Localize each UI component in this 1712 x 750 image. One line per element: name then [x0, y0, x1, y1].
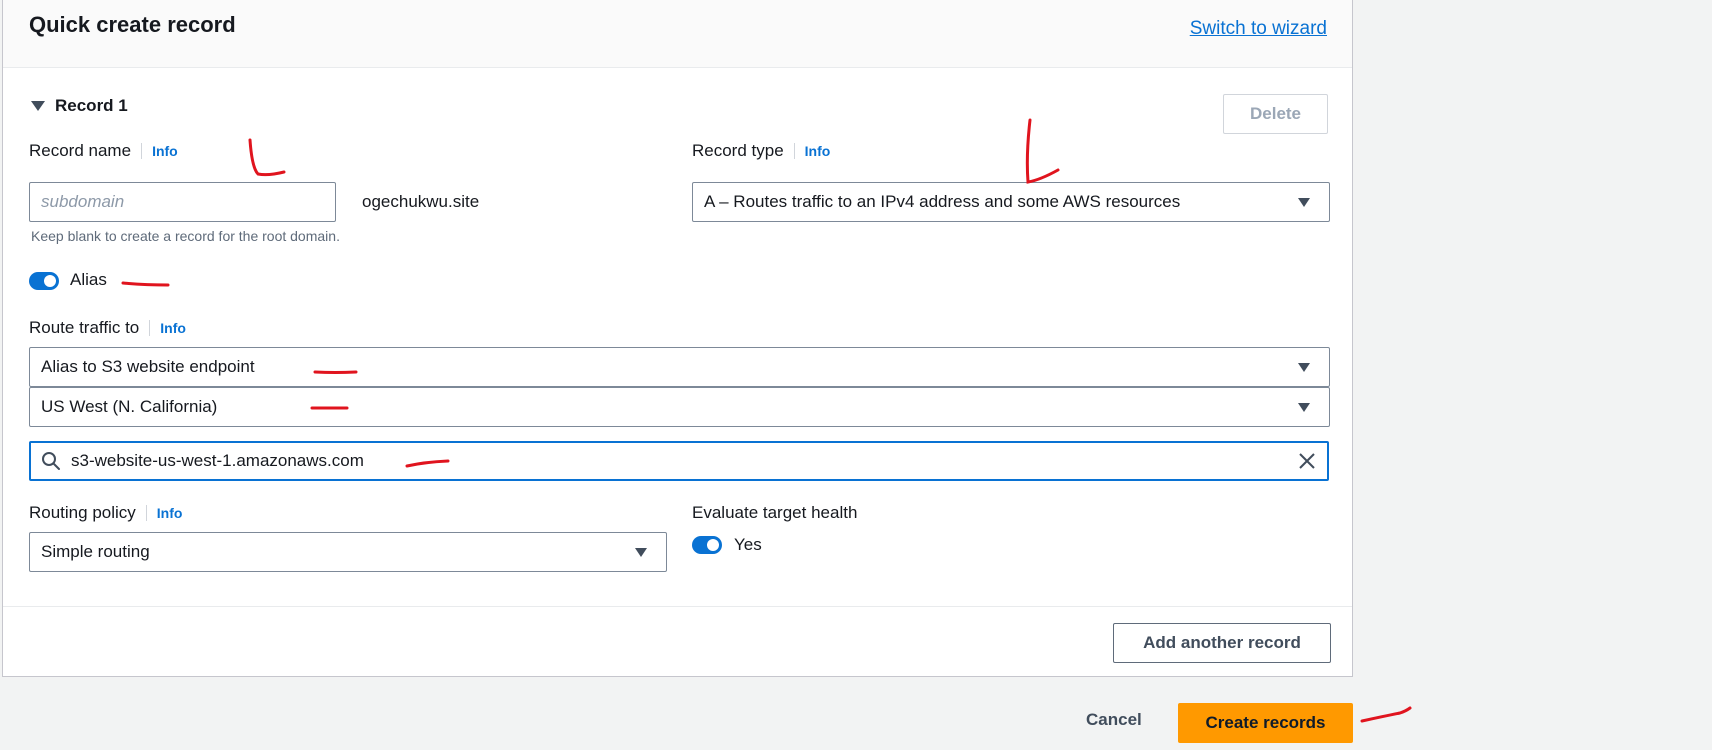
record-type-select[interactable]: A – Routes traffic to an IPv4 address an… — [692, 182, 1330, 222]
cancel-button[interactable]: Cancel — [1086, 710, 1142, 730]
create-records-button[interactable]: Create records — [1178, 703, 1353, 743]
divider — [3, 606, 1352, 607]
dropdown-arrow-icon — [635, 547, 647, 557]
evaluate-health-label: Evaluate target health — [692, 503, 858, 522]
search-icon — [42, 452, 60, 470]
route-traffic-label-row: Route traffic to Info — [29, 318, 186, 338]
add-another-record-button[interactable]: Add another record — [1113, 623, 1331, 663]
evaluate-health-toggle[interactable] — [692, 536, 722, 554]
record-type-value: A – Routes traffic to an IPv4 address an… — [704, 192, 1181, 211]
alias-toggle[interactable] — [29, 272, 59, 290]
endpoint-search-value: s3-website-us-west-1.amazonaws.com — [71, 451, 364, 470]
record-name-label: Record name — [29, 141, 132, 160]
evaluate-health-toggle-label: Yes — [734, 535, 762, 554]
endpoint-search-input[interactable]: s3-website-us-west-1.amazonaws.com — [29, 441, 1329, 481]
delete-button[interactable]: Delete — [1223, 94, 1328, 134]
route-traffic-label: Route traffic to — [29, 318, 140, 337]
record-name-hint: Keep blank to create a record for the ro… — [31, 228, 340, 244]
routing-policy-value: Simple routing — [41, 542, 150, 561]
alias-label: Alias — [70, 270, 107, 289]
routing-policy-label-row: Routing policy Info — [29, 503, 182, 523]
endpoint-type-select[interactable]: Alias to S3 website endpoint — [29, 347, 1330, 387]
close-icon[interactable] — [1297, 451, 1317, 471]
caret-down-icon — [31, 101, 45, 111]
record-type-label-row: Record type Info — [692, 141, 830, 161]
region-select[interactable]: US West (N. California) — [29, 387, 1330, 427]
record-heading-label: Record 1 — [55, 96, 128, 115]
dropdown-arrow-icon — [1298, 402, 1310, 412]
annotation-mark-create — [1360, 706, 1412, 723]
routing-policy-info-link[interactable]: Info — [145, 505, 182, 521]
endpoint-type-value: Alias to S3 website endpoint — [41, 357, 255, 376]
route-traffic-info-link[interactable]: Info — [149, 320, 186, 336]
routing-policy-label: Routing policy — [29, 503, 136, 522]
switch-to-wizard-link[interactable]: Switch to wizard — [1190, 18, 1327, 40]
page-title: Quick create record — [29, 12, 236, 37]
record-name-label-row: Record name Info — [29, 141, 178, 161]
record-name-input[interactable] — [29, 182, 336, 222]
domain-suffix: ogechukwu.site — [362, 192, 480, 211]
routing-policy-select[interactable]: Simple routing — [29, 532, 667, 572]
region-value: US West (N. California) — [41, 397, 218, 416]
record-type-info-link[interactable]: Info — [793, 143, 830, 159]
record-1-expander[interactable]: Record 1 — [31, 96, 128, 116]
record-name-info-link[interactable]: Info — [141, 143, 178, 159]
panel-header: Quick create record Switch to wizard — [3, 0, 1352, 68]
dropdown-arrow-icon — [1298, 362, 1310, 372]
dropdown-arrow-icon — [1298, 197, 1310, 207]
record-type-label: Record type — [692, 141, 784, 160]
quick-create-panel: Quick create record Switch to wizard Rec… — [2, 0, 1353, 677]
